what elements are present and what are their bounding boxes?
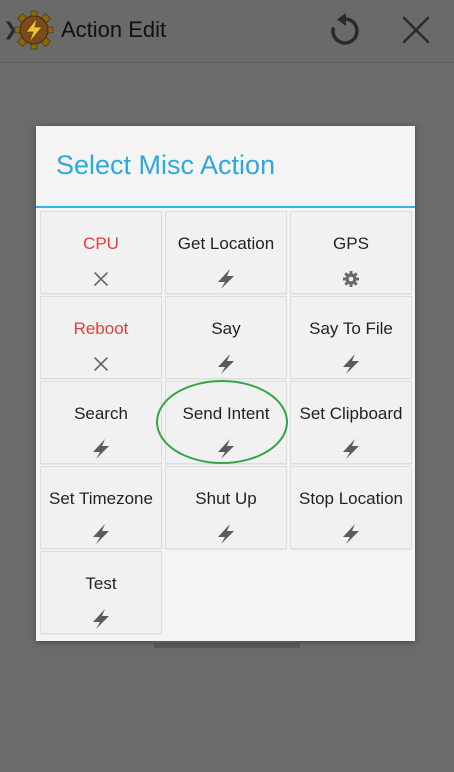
action-item-search[interactable]: Search bbox=[40, 381, 162, 464]
close-icon bbox=[94, 272, 108, 286]
action-item-label: Test bbox=[85, 574, 117, 593]
lightning-icon bbox=[93, 609, 109, 629]
action-item-get-location[interactable]: Get Location bbox=[165, 211, 287, 294]
action-item-label: Say To File bbox=[309, 319, 393, 338]
close-icon bbox=[94, 357, 108, 371]
close-icon[interactable] bbox=[398, 12, 434, 48]
action-item-label: Get Location bbox=[177, 234, 275, 253]
action-item-gps[interactable]: GPS bbox=[290, 211, 412, 294]
highlight-circle bbox=[156, 380, 288, 464]
action-item-stop-location[interactable]: Stop Location bbox=[290, 466, 412, 549]
lightning-icon bbox=[93, 439, 109, 459]
action-item-label: Search bbox=[74, 404, 128, 423]
action-item-test[interactable]: Test bbox=[40, 551, 162, 634]
title-divider bbox=[36, 206, 415, 208]
action-item-shut-up[interactable]: Shut Up bbox=[165, 466, 287, 549]
action-item-label: CPU bbox=[83, 234, 119, 253]
action-item-say[interactable]: Say bbox=[165, 296, 287, 379]
lightning-icon bbox=[343, 439, 359, 459]
lightning-icon bbox=[218, 524, 234, 544]
undo-icon[interactable] bbox=[326, 12, 364, 50]
lightning-icon bbox=[218, 269, 234, 289]
tasker-app-icon[interactable] bbox=[14, 10, 54, 50]
action-item-reboot[interactable]: Reboot bbox=[40, 296, 162, 379]
action-item-set-timezone[interactable]: Set Timezone bbox=[40, 466, 162, 549]
background-bar bbox=[154, 643, 300, 648]
action-item-label: GPS bbox=[333, 234, 369, 253]
action-item-say-to-file[interactable]: Say To File bbox=[290, 296, 412, 379]
action-item-label: Set Timezone bbox=[49, 489, 153, 508]
action-bar-title: Action Edit bbox=[61, 17, 167, 42]
action-item-label: Shut Up bbox=[195, 489, 257, 508]
action-item-label: Reboot bbox=[73, 319, 129, 338]
action-bar: ❯ Action Edit bbox=[0, 0, 454, 63]
action-item-cpu[interactable]: CPU bbox=[40, 211, 162, 294]
lightning-icon bbox=[343, 354, 359, 374]
lightning-icon bbox=[218, 354, 234, 374]
lightning-icon bbox=[93, 524, 109, 544]
action-item-set-clipboard[interactable]: Set Clipboard bbox=[290, 381, 412, 464]
lightning-icon bbox=[343, 524, 359, 544]
action-item-label: Set Clipboard bbox=[299, 404, 403, 423]
action-item-label: Say bbox=[211, 319, 241, 338]
action-item-label: Stop Location bbox=[299, 489, 403, 508]
gear-icon bbox=[343, 271, 359, 287]
dialog-title: Select Misc Action bbox=[56, 150, 276, 180]
